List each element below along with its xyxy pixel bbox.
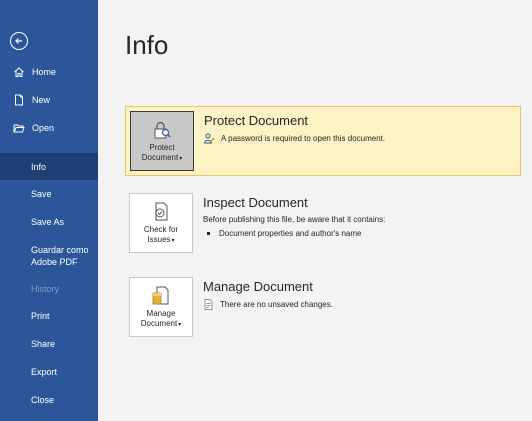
home-icon: [12, 65, 26, 79]
folder-open-icon: [12, 121, 26, 135]
protect-document-status: A password is required to open this docu…: [204, 133, 385, 144]
lock-icon: [154, 121, 171, 139]
sidebar-item-export[interactable]: Export: [0, 364, 98, 380]
sidebar-item-label: Open: [32, 123, 55, 133]
user-key-icon: [204, 133, 215, 144]
back-button[interactable]: [10, 32, 28, 50]
inspect-tile-line1: Check for: [143, 225, 179, 234]
manage-tile-line1: Manage: [146, 309, 176, 318]
chevron-down-icon: ▾: [171, 238, 175, 244]
inspect-bullet-item: Document properties and author's name: [203, 229, 362, 238]
info-main-pane: Info Protect Document▾ Protect Document …: [98, 0, 532, 421]
sidebar-item-close[interactable]: Close: [0, 392, 98, 408]
manage-document-desc: There are no unsaved changes.: [220, 300, 333, 309]
chevron-down-icon: ▾: [178, 322, 182, 328]
protect-document-title: Protect Document: [204, 113, 309, 128]
protect-document-section: Protect Document▾ Protect Document A pas…: [125, 106, 521, 176]
sidebar-item-label: Close: [31, 395, 55, 405]
sidebar-item-label: Save As: [31, 217, 65, 227]
protect-document-desc: A password is required to open this docu…: [221, 134, 386, 143]
manage-document-label: Manage Document▾: [141, 309, 181, 330]
inspect-document-desc: Before publishing this file, be aware th…: [203, 215, 386, 224]
check-for-issues-label: Check for Issues▾: [144, 225, 178, 246]
sidebar-item-label: Info: [31, 161, 47, 172]
backstage-sidebar: Home New Open Info Save Save As Guardar …: [0, 0, 98, 421]
new-document-icon: [12, 93, 26, 107]
sidebar-item-label: Export: [31, 367, 58, 377]
document-status-icon: [204, 299, 213, 310]
sidebar-item-home[interactable]: Home: [0, 64, 98, 80]
sidebar-item-label: Share: [31, 339, 56, 349]
manage-document-section: Manage Document▾ Manage Document There a…: [125, 273, 521, 343]
manage-document-icon: [152, 286, 169, 305]
inspect-document-icon: [155, 202, 168, 221]
inspect-document-section: Check for Issues▾ Inspect Document Befor…: [125, 189, 521, 259]
sidebar-item-info[interactable]: Info: [0, 153, 98, 180]
sidebar-item-label: Home: [32, 67, 57, 77]
sidebar-item-history: History: [0, 281, 98, 297]
back-arrow-icon: [15, 38, 22, 44]
protect-document-button[interactable]: Protect Document▾: [130, 111, 194, 171]
sidebar-item-save-as-adobe-pdf[interactable]: Guardar como Adobe PDF: [0, 243, 98, 269]
sidebar-item-save[interactable]: Save: [0, 186, 98, 202]
inspect-bullet-text: Document properties and author's name: [219, 229, 362, 238]
manage-tile-line2: Document: [140, 319, 178, 328]
bullet-icon: [207, 232, 210, 235]
sidebar-item-label: History: [31, 284, 60, 294]
sidebar-item-save-as[interactable]: Save As: [0, 214, 98, 230]
sidebar-item-label: Save: [31, 189, 52, 199]
sidebar-item-print[interactable]: Print: [0, 308, 98, 324]
chevron-down-icon: ▾: [179, 156, 183, 162]
sidebar-item-new[interactable]: New: [0, 92, 98, 108]
page-title: Info: [125, 30, 169, 60]
sidebar-item-label: New: [32, 95, 51, 105]
manage-document-button[interactable]: Manage Document▾: [129, 277, 193, 337]
check-for-issues-button[interactable]: Check for Issues▾: [129, 193, 193, 253]
sidebar-item-label: Guardar como Adobe PDF: [31, 245, 89, 267]
protect-tile-line1: Protect: [149, 143, 175, 152]
protect-tile-line2: Document: [141, 153, 179, 162]
sidebar-item-open[interactable]: Open: [0, 120, 98, 136]
manage-document-status: There are no unsaved changes.: [203, 299, 333, 310]
inspect-document-title: Inspect Document: [203, 195, 308, 210]
protect-document-label: Protect Document▾: [142, 143, 182, 164]
manage-document-title: Manage Document: [203, 279, 313, 294]
sidebar-item-label: Print: [31, 311, 50, 321]
inspect-tile-line2: Issues: [147, 235, 171, 244]
sidebar-item-share[interactable]: Share: [0, 336, 98, 352]
